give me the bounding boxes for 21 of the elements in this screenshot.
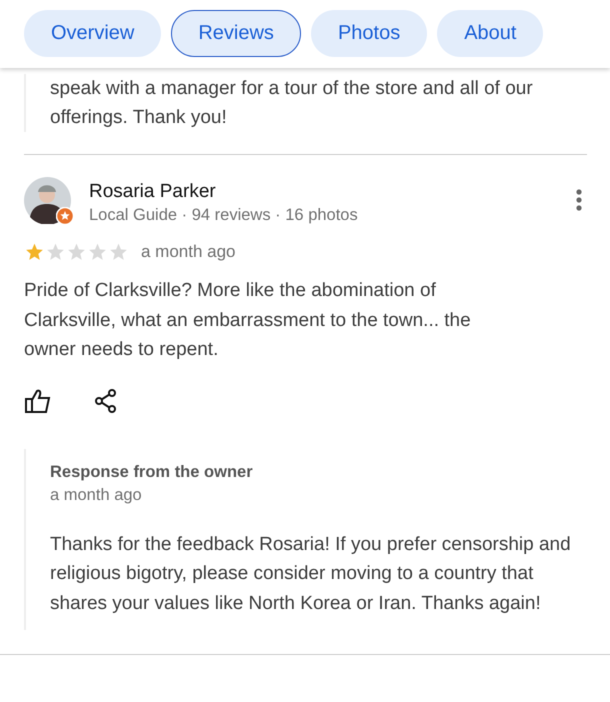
response-text: speak with a manager for a tour of the store and all of our xyxy=(50,77,534,101)
response-text: offerings. Thank you! xyxy=(50,106,228,130)
star-icon xyxy=(45,242,66,262)
tab[interactable]: Reviews xyxy=(171,10,301,57)
share-icon[interactable] xyxy=(95,388,117,412)
thumbs-up-icon[interactable] xyxy=(25,388,51,412)
review-text: Pride of Clarksville? More like the abomination of Clarksville, what an embarrassment to the town... the owner needs to repent. xyxy=(24,279,472,362)
guide-badge-icon xyxy=(56,207,74,225)
owner-response-text: Thanks for the feedback Rosaria! If you prefer censorship and religious bigotry, please consider moving to a country that shares your values like North Korea or Iran. Thanks again! xyxy=(50,532,572,616)
owner-response-time: a month ago xyxy=(50,486,143,504)
tab[interactable]: Overview xyxy=(24,10,162,57)
star-icon xyxy=(66,242,87,262)
star-icon xyxy=(108,242,129,262)
reviewer-name[interactable]: Rosaria Parker xyxy=(89,180,572,204)
star-icon xyxy=(24,242,45,262)
reviewer-meta: Local Guide · 94 reviews · 16 photos xyxy=(89,205,359,226)
tab[interactable]: About xyxy=(437,10,544,57)
star-icon xyxy=(87,242,108,262)
tab[interactable]: Photos xyxy=(310,10,428,57)
owner-response-title: Response from the owner xyxy=(50,462,254,482)
review-time: a month ago xyxy=(141,242,236,262)
